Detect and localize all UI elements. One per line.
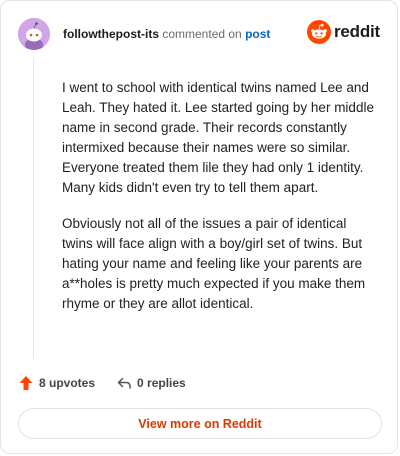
author-link[interactable]: followthepost-its	[63, 27, 159, 41]
snoo-avatar-icon	[18, 18, 50, 50]
comment-actions: 8 upvotes 0 replies	[18, 373, 186, 393]
upvote-button[interactable]: 8 upvotes	[18, 375, 95, 391]
thread-line	[33, 59, 34, 359]
action-text: commented on	[162, 27, 242, 41]
comment-header: followthepost-its commented on post redd…	[18, 18, 380, 50]
avatar[interactable]	[18, 18, 50, 50]
reply-count: 0 replies	[137, 376, 186, 390]
comment-paragraph: I went to school with identical twins na…	[62, 80, 374, 195]
reddit-logo-icon	[306, 20, 331, 44]
upvote-count: 8 upvotes	[39, 376, 96, 390]
comment-embed-card: followthepost-its commented on post redd…	[0, 0, 398, 454]
reply-button[interactable]: 0 replies	[116, 375, 186, 391]
comment-paragraph: Obviously not all of the issues a pair o…	[62, 216, 366, 311]
reddit-wordmark: reddit	[333, 22, 380, 41]
post-link[interactable]: post	[245, 27, 270, 41]
view-more-on-reddit-button[interactable]: View more on Reddit	[18, 408, 382, 439]
reply-arrow-icon	[117, 377, 131, 389]
comment-body: I went to school with identical twins na…	[62, 78, 374, 330]
upvote-arrow-icon	[19, 376, 33, 390]
reddit-logo[interactable]: reddit	[306, 20, 380, 44]
byline: followthepost-its commented on post	[63, 27, 270, 41]
